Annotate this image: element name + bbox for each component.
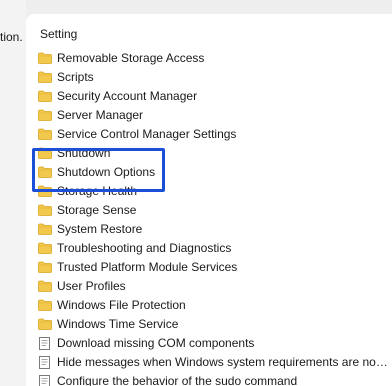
list-item-label: User Profiles <box>57 278 126 293</box>
list-item-server-manager[interactable]: Server Manager <box>38 105 388 124</box>
folder-icon <box>38 299 52 311</box>
folder-icon <box>38 128 52 140</box>
folder-icon <box>38 261 52 273</box>
list-item-label: Storage Health <box>57 183 138 198</box>
list-item-windows-file-protection[interactable]: Windows File Protection <box>38 295 388 314</box>
list-item-label: Removable Storage Access <box>57 50 205 65</box>
list-item-label: Windows File Protection <box>57 297 186 312</box>
folder-icon <box>38 280 52 292</box>
policy-setting-icon <box>38 355 52 369</box>
folder-icon <box>38 204 52 216</box>
folder-icon <box>38 242 52 254</box>
folder-icon <box>38 223 52 235</box>
list-item-label: Storage Sense <box>57 202 137 217</box>
policy-setting-icon <box>38 374 52 386</box>
left-pane-clipped-text: tion. <box>0 30 23 44</box>
folder-icon <box>38 147 52 159</box>
list-item-trusted-platform-module-services[interactable]: Trusted Platform Module Services <box>38 257 388 276</box>
list-item-label: Download missing COM components <box>57 335 255 350</box>
list-item-label: Shutdown <box>57 145 111 160</box>
list-item-storage-health[interactable]: Storage Health <box>38 181 388 200</box>
list-item-scripts[interactable]: Scripts <box>38 67 388 86</box>
list-item-configure-sudo-command[interactable]: Configure the behavior of the sudo comma… <box>38 371 388 386</box>
list-item-storage-sense[interactable]: Storage Sense <box>38 200 388 219</box>
folder-icon <box>38 109 52 121</box>
list-item-label: Trusted Platform Module Services <box>57 259 238 274</box>
list-item-label: System Restore <box>57 221 143 236</box>
list-item-label: Configure the behavior of the sudo comma… <box>57 373 298 386</box>
list-item-removable-storage-access[interactable]: Removable Storage Access <box>38 48 388 67</box>
list-item-windows-time-service[interactable]: Windows Time Service <box>38 314 388 333</box>
list-item-user-profiles[interactable]: User Profiles <box>38 276 388 295</box>
folder-icon <box>38 318 52 330</box>
list-item-label: Service Control Manager Settings <box>57 126 237 141</box>
list-item-shutdown-options[interactable]: Shutdown Options <box>38 162 388 181</box>
list-item-security-account-manager[interactable]: Security Account Manager <box>38 86 388 105</box>
settings-list-panel: Setting Removable Storage Access Scripts… <box>26 14 392 386</box>
list-item-label: Shutdown Options <box>57 164 156 179</box>
policy-setting-icon <box>38 336 52 350</box>
list-item-download-missing-com-components[interactable]: Download missing COM components <box>38 333 388 352</box>
list-item-hide-messages-windows-system-requirements[interactable]: Hide messages when Windows system requir… <box>38 352 388 371</box>
list-item-system-restore[interactable]: System Restore <box>38 219 388 238</box>
folder-icon <box>38 90 52 102</box>
list-item-label: Scripts <box>57 69 94 84</box>
list-item-label: Troubleshooting and Diagnostics <box>57 240 232 255</box>
column-header-setting[interactable]: Setting <box>40 27 77 41</box>
folder-icon <box>38 52 52 64</box>
list-item-label: Server Manager <box>57 107 144 122</box>
list-item-label: Windows Time Service <box>57 316 179 331</box>
left-pane: tion. <box>0 0 26 386</box>
list-item-shutdown[interactable]: Shutdown <box>38 143 388 162</box>
folder-icon <box>38 166 52 178</box>
list-item-label: Hide messages when Windows system requir… <box>57 354 388 369</box>
list-item-label: Security Account Manager <box>57 88 198 103</box>
folder-icon <box>38 185 52 197</box>
folder-icon <box>38 71 52 83</box>
list-item-troubleshooting-and-diagnostics[interactable]: Troubleshooting and Diagnostics <box>38 238 388 257</box>
list-item-service-control-manager-settings[interactable]: Service Control Manager Settings <box>38 124 388 143</box>
